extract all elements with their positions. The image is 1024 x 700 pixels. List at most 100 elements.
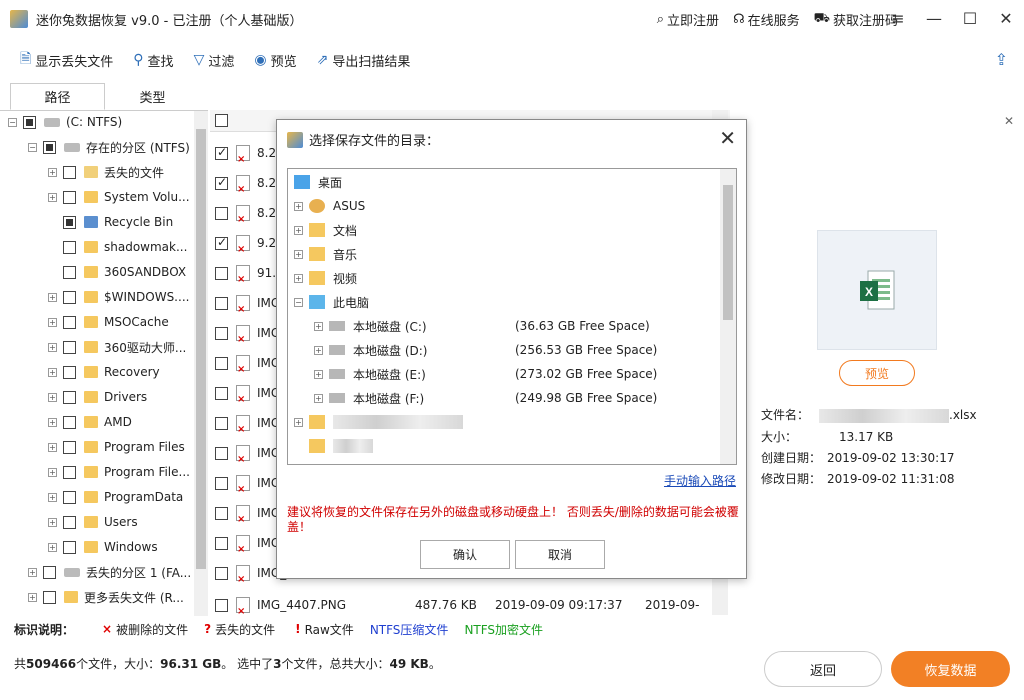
expand-icon[interactable]: + — [48, 317, 57, 327]
tree-more-lost[interactable]: + 更多丢失文件 (R... — [28, 586, 184, 608]
tree-folder-item[interactable]: + 丢失的文件 — [48, 161, 164, 183]
dialog-scroll-thumb[interactable] — [723, 185, 733, 320]
row-checkbox[interactable] — [215, 266, 228, 280]
expand-icon[interactable]: + — [28, 567, 37, 577]
tree-root[interactable]: − (C: NTFS) — [8, 111, 122, 133]
table-row[interactable]: IMG_ — [210, 378, 286, 408]
tree-folder-item[interactable]: Recycle Bin — [48, 211, 173, 233]
preview-button[interactable]: ◉ 预览 — [254, 51, 296, 70]
tree-checkbox[interactable] — [63, 465, 76, 479]
row-checkbox[interactable] — [215, 386, 228, 400]
tree-item-drive[interactable]: + 本地磁盘 (F:) (249.98 GB Free Space) — [314, 386, 714, 410]
tree-checkbox[interactable] — [23, 115, 36, 129]
tree-folder-item[interactable]: shadowmak... — [48, 236, 187, 258]
expand-icon[interactable]: + — [48, 417, 57, 427]
row-checkbox[interactable] — [215, 476, 228, 490]
row-checkbox[interactable] — [215, 598, 228, 612]
tree-checkbox[interactable] — [63, 215, 76, 229]
tree-checkbox[interactable] — [63, 290, 76, 304]
tree-folder-item[interactable]: + Users — [48, 511, 138, 533]
row-checkbox[interactable] — [215, 326, 228, 340]
expand-icon[interactable]: + — [314, 369, 323, 379]
tree-checkbox[interactable] — [63, 440, 76, 454]
expand-icon[interactable]: + — [28, 592, 37, 602]
tree-item-music[interactable]: + 音乐 — [294, 242, 357, 266]
row-checkbox[interactable] — [215, 536, 228, 550]
cancel-button[interactable]: 取消 — [515, 540, 605, 569]
select-all-checkbox[interactable] — [215, 114, 228, 127]
tree-item-blurred[interactable] — [294, 434, 373, 458]
filter-button[interactable]: ▽ 过滤 — [194, 51, 235, 70]
tree-folder-item[interactable]: + Drivers — [48, 386, 147, 408]
table-row[interactable]: IMG_ — [210, 408, 286, 438]
row-checkbox[interactable] — [215, 356, 228, 370]
tree-item-drive[interactable]: + 本地磁盘 (D:) (256.53 GB Free Space) — [314, 338, 714, 362]
expand-icon[interactable]: + — [294, 417, 303, 427]
expand-icon[interactable]: + — [48, 517, 57, 527]
row-checkbox[interactable] — [215, 446, 228, 460]
tree-item-drive[interactable]: + 本地磁盘 (E:) (273.02 GB Free Space) — [314, 362, 714, 386]
tree-lost-partition[interactable]: + 丢失的分区 1 (FA... — [28, 561, 191, 583]
expand-icon[interactable]: + — [48, 542, 57, 552]
show-lost-button[interactable]: 🗎 显示丢失文件 — [20, 48, 113, 72]
table-row[interactable]: IMG_ — [210, 468, 286, 498]
expand-icon[interactable]: + — [48, 492, 57, 502]
table-row[interactable]: 8.26 — [210, 138, 284, 168]
tree-checkbox[interactable] — [43, 590, 56, 604]
export-button[interactable]: ⇗ 导出扫描结果 — [317, 51, 411, 70]
recover-button[interactable]: 恢复数据 — [891, 651, 1010, 687]
row-checkbox[interactable] — [215, 206, 228, 220]
collapse-icon[interactable]: − — [8, 117, 17, 127]
row-checkbox[interactable] — [215, 566, 228, 580]
tree-folder-item[interactable]: + MSOCache — [48, 311, 169, 333]
table-row[interactable]: IMG_ — [210, 498, 286, 528]
tree-existing-partition[interactable]: − 存在的分区 (NTFS) — [28, 136, 190, 158]
row-checkbox[interactable] — [215, 235, 228, 250]
maximize-button[interactable]: ☐ — [952, 0, 988, 36]
tree-checkbox[interactable] — [63, 415, 76, 429]
tree-checkbox[interactable] — [63, 265, 76, 279]
tree-checkbox[interactable] — [63, 315, 76, 329]
row-checkbox[interactable] — [215, 416, 228, 430]
tree-checkbox[interactable] — [63, 390, 76, 404]
tree-checkbox[interactable] — [63, 340, 76, 354]
register-link[interactable]: ⌕ 立即注册 — [657, 10, 719, 29]
table-row[interactable]: IMG_ — [210, 288, 286, 318]
row-checkbox[interactable] — [215, 175, 228, 190]
table-row[interactable]: 91.c — [210, 258, 283, 288]
expand-icon[interactable]: + — [48, 467, 57, 477]
collapse-icon[interactable]: − — [28, 142, 37, 152]
tree-item-desktop[interactable]: 桌面 — [294, 170, 342, 194]
tree-folder-item[interactable]: + $WINDOWS.... — [48, 286, 189, 308]
tree-folder-item[interactable]: + Program Files — [48, 436, 185, 458]
expand-icon[interactable]: + — [314, 321, 323, 331]
confirm-button[interactable]: 确认 — [420, 540, 510, 569]
dialog-close-button[interactable]: ✕ — [719, 126, 736, 150]
close-preview-icon[interactable]: ✕ — [1004, 114, 1014, 128]
dialog-tree-scrollbar[interactable] — [720, 169, 736, 464]
table-row[interactable]: 8.26 — [210, 198, 284, 228]
tree-folder-item[interactable]: +360驱动大师... — [48, 336, 186, 358]
tree-checkbox[interactable] — [63, 515, 76, 529]
tree-folder-item[interactable]: + Windows — [48, 536, 158, 558]
expand-icon[interactable]: + — [48, 292, 57, 302]
tree-folder-item[interactable]: + System Volu... — [48, 186, 190, 208]
menu-button[interactable]: ≡ — [880, 0, 916, 36]
tab-path[interactable]: 路径 — [10, 83, 105, 110]
row-checkbox[interactable] — [215, 145, 228, 160]
collapse-icon[interactable]: − — [294, 297, 303, 307]
tree-checkbox[interactable] — [63, 490, 76, 504]
tree-item-videos[interactable]: + 视频 — [294, 266, 357, 290]
table-row[interactable]: IMG_ — [210, 438, 286, 468]
share-icon[interactable]: ⇪ — [995, 50, 1008, 69]
tree-checkbox[interactable] — [43, 565, 56, 579]
expand-icon[interactable]: + — [48, 367, 57, 377]
tree-folder-item[interactable]: + AMD — [48, 411, 132, 433]
preview-file-button[interactable]: 预览 — [839, 360, 915, 386]
tree-checkbox[interactable] — [63, 540, 76, 554]
expand-icon[interactable]: + — [314, 393, 323, 403]
table-row[interactable]: IMG_ — [210, 348, 286, 378]
table-row[interactable]: 8.26 — [210, 168, 284, 198]
expand-icon[interactable]: + — [48, 192, 57, 202]
online-service-link[interactable]: ☊ 在线服务 — [733, 10, 800, 29]
